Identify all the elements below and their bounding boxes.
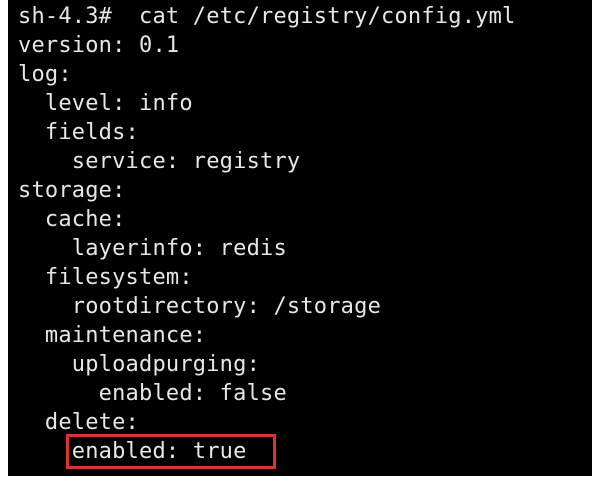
shell-command: cat /etc/registry/config.yml bbox=[139, 4, 516, 29]
output-line: enabled: false bbox=[18, 381, 287, 406]
output-line: uploadpurging: bbox=[18, 352, 261, 377]
output-line: cache: bbox=[18, 207, 126, 232]
output-line: storage: bbox=[18, 178, 126, 203]
terminal-output: sh-4.3# cat /etc/registry/config.yml ver… bbox=[18, 2, 592, 466]
terminal-window[interactable]: sh-4.3# cat /etc/registry/config.yml ver… bbox=[8, 0, 592, 476]
output-line: level: info bbox=[18, 91, 193, 116]
output-line: filesystem: bbox=[18, 265, 193, 290]
output-line: rootdirectory: /storage bbox=[18, 294, 382, 319]
output-line: fields: bbox=[18, 120, 140, 145]
output-line: version: 0.1 bbox=[18, 33, 180, 58]
shell-prompt: sh-4.3# bbox=[18, 4, 113, 29]
highlighted-output-line: enabled: true bbox=[18, 439, 247, 464]
output-line: service: registry bbox=[18, 149, 301, 174]
output-line: layerinfo: redis bbox=[18, 236, 287, 261]
output-line: maintenance: bbox=[18, 323, 207, 348]
output-line: log: bbox=[18, 62, 72, 87]
output-line: delete: bbox=[18, 410, 140, 435]
command-line: sh-4.3# cat /etc/registry/config.yml bbox=[18, 2, 592, 31]
